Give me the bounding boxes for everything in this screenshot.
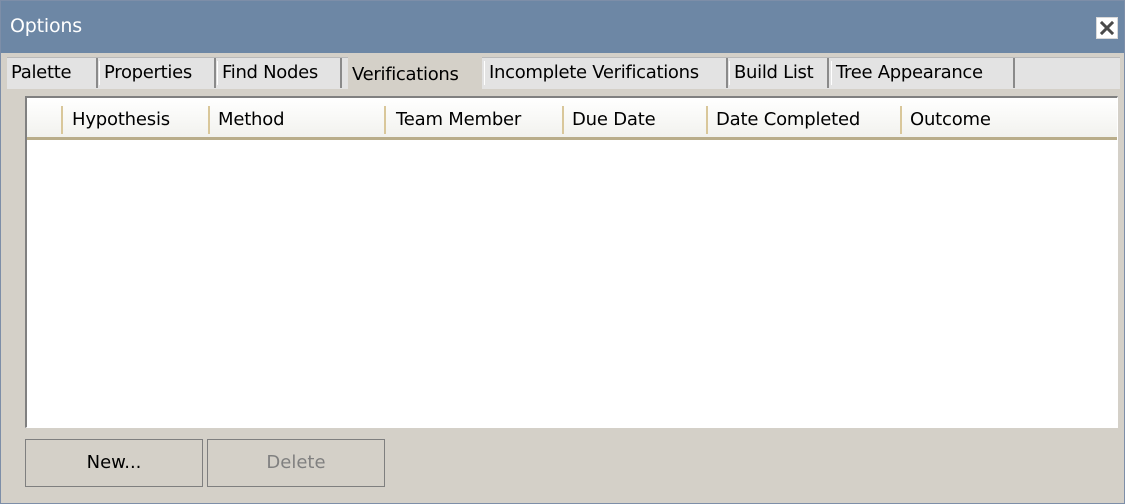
tab-divider [484,61,485,85]
title-bar[interactable]: Options [1,1,1124,53]
tab-find-nodes[interactable]: Find Nodes [218,58,342,88]
tab-build-list[interactable]: Build List [730,58,829,88]
window-title: Options [10,15,82,37]
tab-divider [729,61,730,85]
tab-verifications[interactable]: Verifications [348,56,482,92]
column-header-hypothesis[interactable]: Hypothesis [64,106,204,134]
list-header: Hypothesis Method Team Member Due Date D… [27,98,1117,140]
tab-divider [831,61,832,85]
column-header-team-member[interactable]: Team Member [388,106,560,134]
tab-palette[interactable]: Palette [7,58,98,88]
verifications-panel: Hypothesis Method Team Member Due Date D… [8,93,1118,497]
column-separator[interactable] [384,106,386,134]
close-icon[interactable] [1096,17,1118,39]
delete-button[interactable]: Delete [207,439,385,487]
options-window: Options Palette Properties Find Nodes Ve… [0,0,1125,504]
column-header-method[interactable]: Method [210,106,382,134]
column-separator[interactable] [61,106,63,134]
tab-incomplete-verifications[interactable]: Incomplete Verifications [485,58,728,88]
verifications-list[interactable]: Hypothesis Method Team Member Due Date D… [25,96,1118,428]
column-header-date-completed[interactable]: Date Completed [708,106,898,134]
column-header-due-date[interactable]: Due Date [564,106,704,134]
tab-divider [99,61,100,85]
tab-strip: Palette Properties Find Nodes Verificati… [1,53,1124,93]
column-header-outcome[interactable]: Outcome [902,106,1102,134]
new-button[interactable]: New... [25,439,203,487]
tab-properties[interactable]: Properties [100,58,216,88]
tab-tree-appearance[interactable]: Tree Appearance [832,58,1015,88]
tab-divider [217,61,218,85]
